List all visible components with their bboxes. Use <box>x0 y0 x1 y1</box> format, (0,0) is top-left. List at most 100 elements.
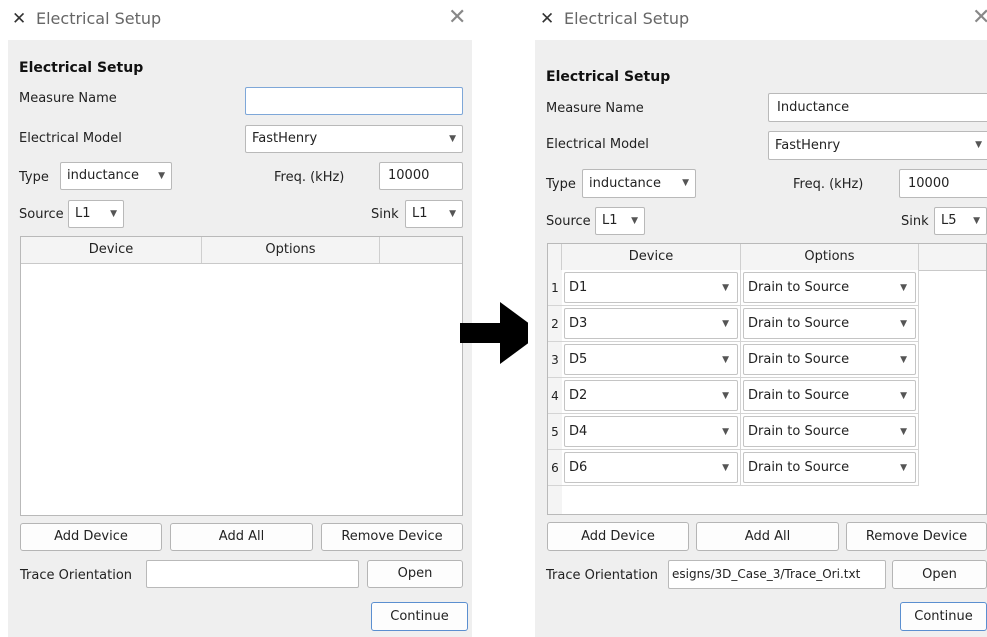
table-row-device-cell: D1 ▼ <box>562 270 741 306</box>
table-row-device-cell: D2 ▼ <box>562 378 741 414</box>
chevron-down-icon: ▼ <box>900 283 907 293</box>
option-value: Drain to Source <box>748 352 850 367</box>
device-table[interactable]: Device Options <box>20 236 463 516</box>
header-options: Options <box>741 244 919 270</box>
left-content: Electrical Setup Measure Name Electrical… <box>8 40 472 637</box>
section-heading: Electrical Setup <box>19 60 144 76</box>
row-number-empty <box>548 486 562 514</box>
open-button[interactable]: Open <box>892 560 987 589</box>
device-select[interactable]: D3 ▼ <box>564 308 738 339</box>
remove-device-button[interactable]: Remove Device <box>846 522 987 551</box>
app-logo-icon: ✕ <box>540 9 555 29</box>
option-value: Drain to Source <box>748 460 850 475</box>
table-header: Device Options <box>548 244 986 271</box>
device-select[interactable]: D6 ▼ <box>564 452 738 483</box>
electrical-model-select[interactable]: FastHenry ▼ <box>768 131 987 160</box>
remove-device-button[interactable]: Remove Device <box>321 523 463 551</box>
table-row-option-cell: Drain to Source ▼ <box>741 270 919 306</box>
measure-name-input[interactable]: Inductance <box>768 93 987 122</box>
device-table[interactable]: Device Options 1 D1 ▼ Drain to Source ▼ 2 … <box>547 243 987 515</box>
right-content: Electrical Setup Measure Name Inductance… <box>535 40 987 637</box>
app-logo-icon: ✕ <box>12 9 27 29</box>
continue-button[interactable]: Continue <box>900 602 987 631</box>
table-row-option-cell: Drain to Source ▼ <box>741 306 919 342</box>
row-number: 3 <box>548 342 562 378</box>
option-select[interactable]: Drain to Source ▼ <box>743 416 916 447</box>
measure-name-input[interactable] <box>245 87 463 115</box>
device-select[interactable]: D5 ▼ <box>564 344 738 375</box>
table-row-option-cell: Drain to Source ▼ <box>741 450 919 486</box>
sink-select[interactable]: L1 ▼ <box>405 200 463 228</box>
chevron-down-icon: ▼ <box>110 209 117 219</box>
add-all-button[interactable]: Add All <box>696 522 839 551</box>
device-select[interactable]: D4 ▼ <box>564 416 738 447</box>
electrical-model-select[interactable]: FastHenry ▼ <box>245 125 463 153</box>
option-select[interactable]: Drain to Source ▼ <box>743 380 916 411</box>
header-device: Device <box>21 237 202 263</box>
sink-label: Sink <box>371 207 399 222</box>
measure-name-label: Measure Name <box>19 91 117 106</box>
row-number: 5 <box>548 414 562 450</box>
sink-value: L5 <box>941 213 957 228</box>
chevron-down-icon: ▼ <box>682 178 689 188</box>
device-value: D2 <box>569 388 588 403</box>
source-select[interactable]: L1 ▼ <box>68 200 124 228</box>
close-icon[interactable]: ✕ <box>448 5 466 30</box>
chevron-down-icon: ▼ <box>973 216 980 226</box>
close-icon[interactable]: ✕ <box>972 5 987 30</box>
row-number: 1 <box>548 270 562 306</box>
left-titlebar: ✕ Electrical Setup ✕ <box>0 0 476 40</box>
device-value: D5 <box>569 352 588 367</box>
chevron-down-icon: ▼ <box>900 463 907 473</box>
open-button[interactable]: Open <box>367 560 463 588</box>
right-dialog: ✕ Electrical Setup ✕ Electrical Setup Me… <box>528 0 987 637</box>
trace-orientation-input[interactable]: esigns/3D_Case_3/Trace_Ori.txt <box>668 560 886 589</box>
chevron-down-icon: ▼ <box>900 355 907 365</box>
type-value: inductance <box>67 168 139 183</box>
header-corner <box>548 244 562 270</box>
add-device-button[interactable]: Add Device <box>20 523 162 551</box>
chevron-down-icon: ▼ <box>722 283 729 293</box>
measure-name-label: Measure Name <box>546 101 644 116</box>
window-title: Electrical Setup <box>36 9 162 28</box>
chevron-down-icon: ▼ <box>158 171 165 181</box>
chevron-down-icon: ▼ <box>449 134 456 144</box>
chevron-down-icon: ▼ <box>722 427 729 437</box>
type-value: inductance <box>589 176 661 191</box>
table-row-device-cell: D3 ▼ <box>562 306 741 342</box>
source-value: L1 <box>602 213 618 228</box>
source-value: L1 <box>75 206 91 221</box>
freq-input[interactable]: 10000 <box>379 162 463 190</box>
device-value: D6 <box>569 460 588 475</box>
device-select[interactable]: D1 ▼ <box>564 272 738 303</box>
freq-input[interactable]: 10000 <box>899 169 987 198</box>
device-select[interactable]: D2 ▼ <box>564 380 738 411</box>
option-select[interactable]: Drain to Source ▼ <box>743 272 916 303</box>
row-number: 6 <box>548 450 562 486</box>
option-value: Drain to Source <box>748 316 850 331</box>
continue-button[interactable]: Continue <box>371 602 468 631</box>
chevron-down-icon: ▼ <box>722 319 729 329</box>
table-row-device-cell: D4 ▼ <box>562 414 741 450</box>
chevron-down-icon: ▼ <box>631 216 638 226</box>
option-select[interactable]: Drain to Source ▼ <box>743 452 916 483</box>
source-select[interactable]: L1 ▼ <box>595 207 645 235</box>
add-all-button[interactable]: Add All <box>170 523 313 551</box>
option-select[interactable]: Drain to Source ▼ <box>743 308 916 339</box>
section-heading: Electrical Setup <box>546 69 671 85</box>
electrical-model-label: Electrical Model <box>19 131 122 146</box>
chevron-down-icon: ▼ <box>449 209 456 219</box>
chevron-down-icon: ▼ <box>900 427 907 437</box>
sink-select[interactable]: L5 ▼ <box>934 207 987 235</box>
row-number: 4 <box>548 378 562 414</box>
window-title: Electrical Setup <box>564 9 690 28</box>
trace-orientation-input[interactable] <box>146 560 359 588</box>
option-select[interactable]: Drain to Source ▼ <box>743 344 916 375</box>
option-value: Drain to Source <box>748 280 850 295</box>
option-value: Drain to Source <box>748 424 850 439</box>
type-select[interactable]: inductance ▼ <box>60 162 172 190</box>
add-device-button[interactable]: Add Device <box>547 522 689 551</box>
table-row-option-cell: Drain to Source ▼ <box>741 378 919 414</box>
chevron-down-icon: ▼ <box>722 391 729 401</box>
type-select[interactable]: inductance ▼ <box>582 169 696 198</box>
